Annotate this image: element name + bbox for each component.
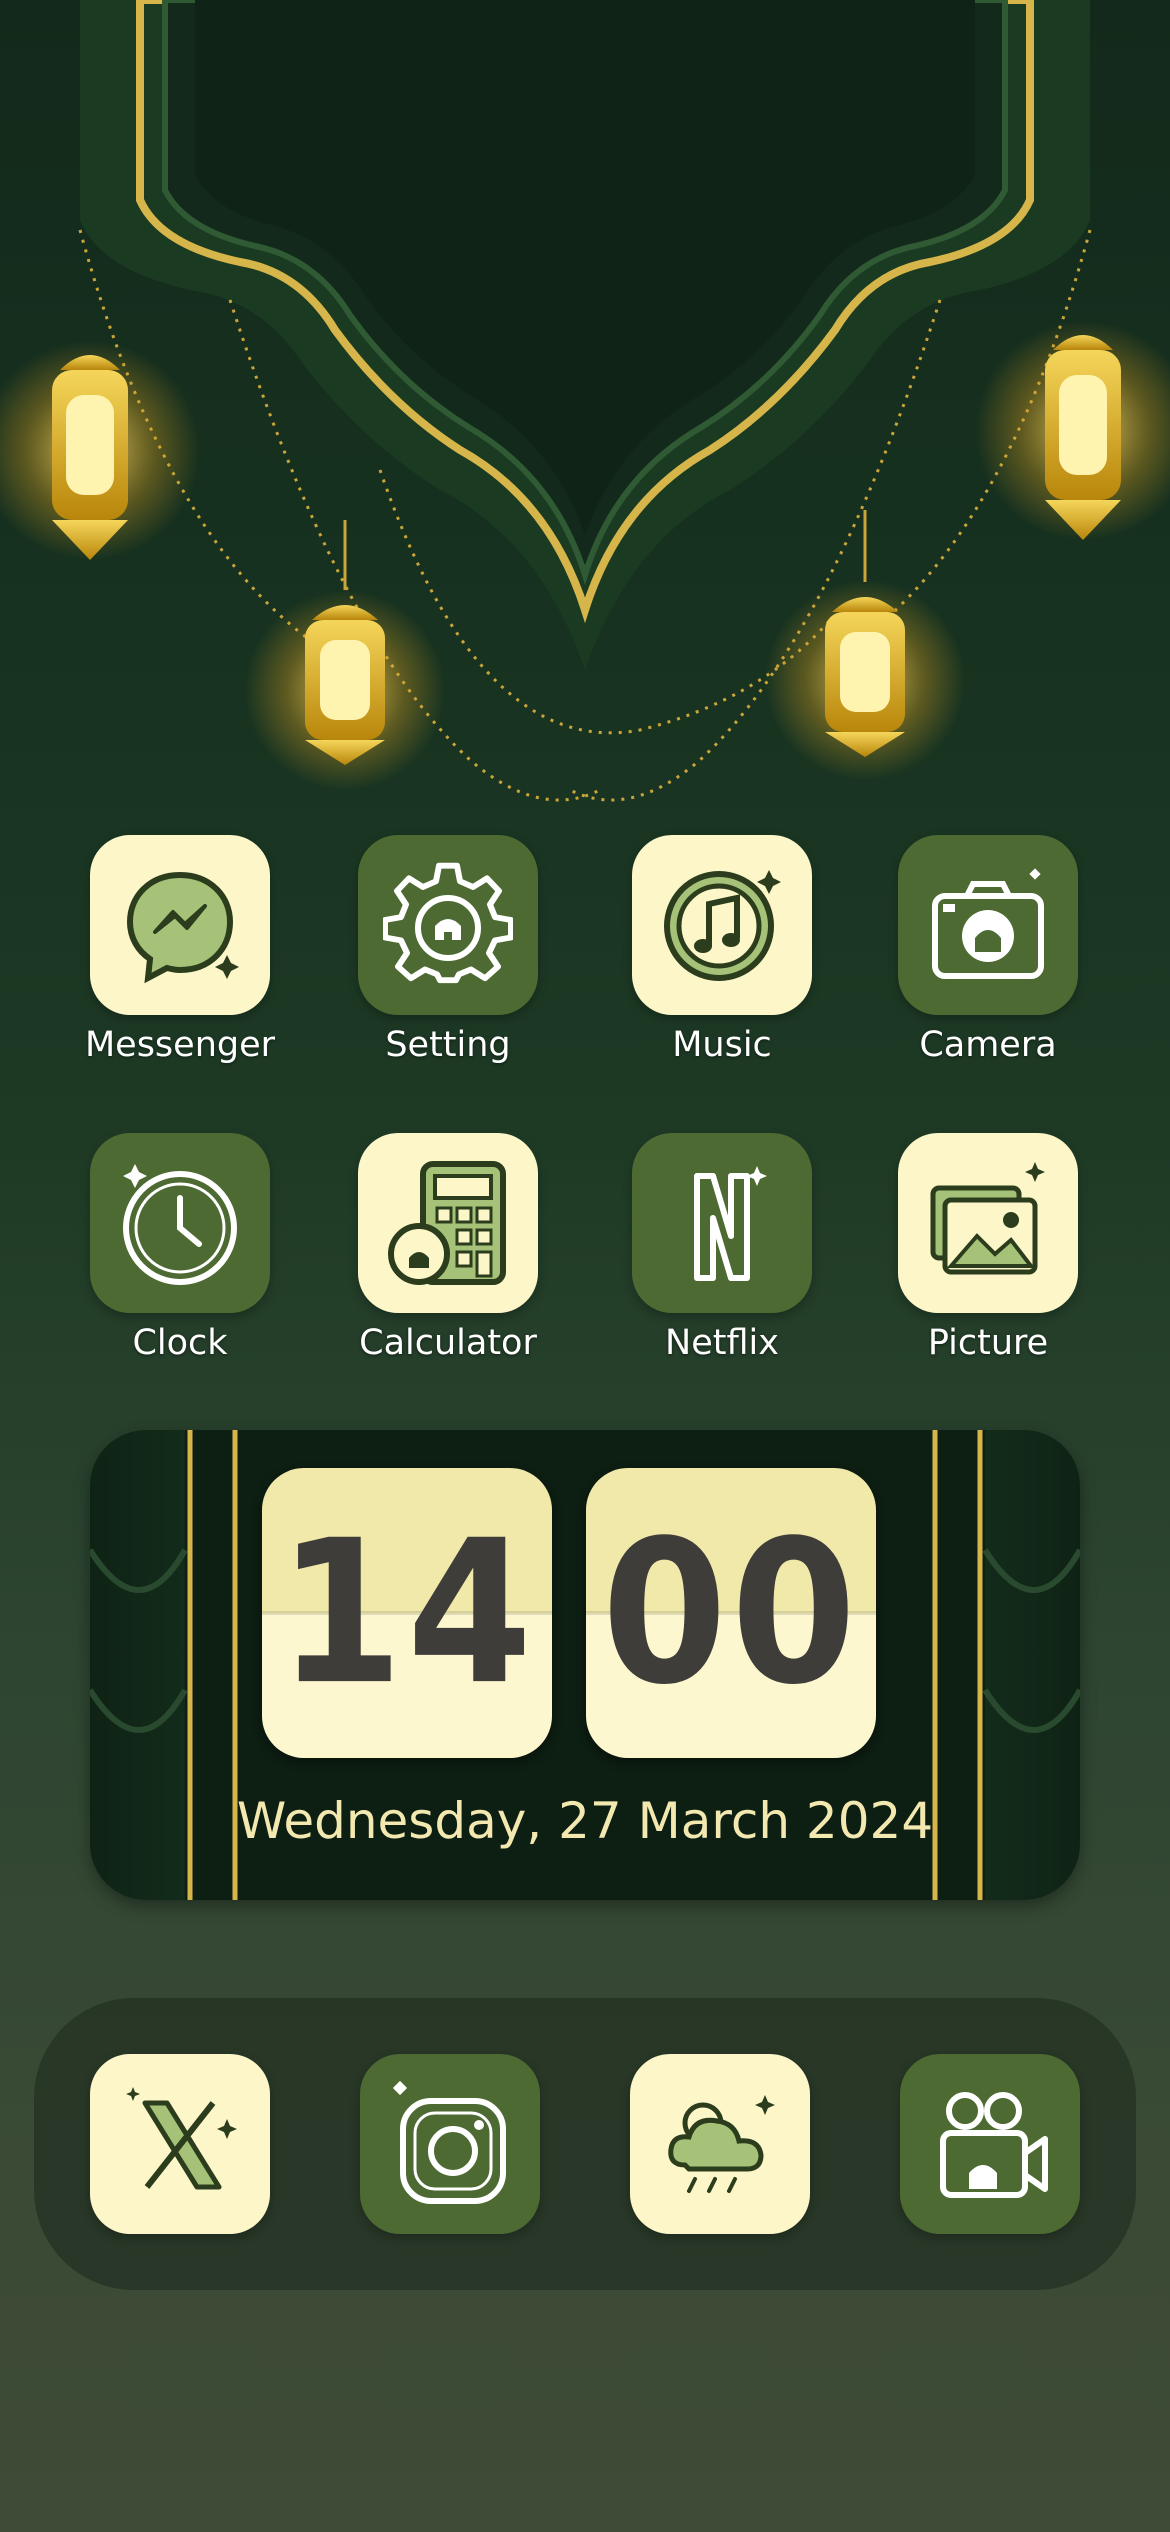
hours-card: 14 bbox=[262, 1468, 552, 1758]
calculator-icon[interactable] bbox=[358, 1133, 538, 1313]
app-label: Picture bbox=[927, 1323, 1049, 1363]
video-camera-icon[interactable] bbox=[900, 2054, 1080, 2234]
app-label: Clock bbox=[132, 1323, 228, 1363]
wallpaper-arch-decoration bbox=[0, 0, 1170, 802]
minutes-value: 00 bbox=[601, 1498, 861, 1728]
app-x[interactable] bbox=[70, 2054, 290, 2234]
app-video[interactable] bbox=[880, 2054, 1100, 2234]
widget-date: Wednesday, 27 March 2024 bbox=[236, 1792, 934, 1850]
app-label: Messenger bbox=[84, 1025, 276, 1065]
app-instagram[interactable] bbox=[340, 2054, 560, 2234]
app-label: Netflix bbox=[665, 1323, 779, 1363]
instagram-icon[interactable] bbox=[360, 2054, 540, 2234]
app-picture[interactable]: Picture bbox=[878, 1133, 1098, 1365]
flip-clock-widget[interactable]: 14 00 Wednesday, 27 March 2024 bbox=[90, 1430, 1080, 1900]
app-label: Setting bbox=[385, 1025, 511, 1065]
clock-icon[interactable] bbox=[90, 1133, 270, 1313]
app-clock[interactable]: Clock bbox=[70, 1133, 290, 1365]
gear-icon[interactable] bbox=[358, 835, 538, 1015]
app-row-2: Clock Calculator Netflix Picture bbox=[0, 1133, 1170, 1393]
app-label: Camera bbox=[919, 1025, 1057, 1065]
app-music[interactable]: Music bbox=[612, 835, 832, 1067]
music-note-icon[interactable] bbox=[632, 835, 812, 1015]
app-camera[interactable]: Camera bbox=[878, 835, 1098, 1067]
lantern bbox=[52, 355, 128, 560]
picture-icon[interactable] bbox=[898, 1133, 1078, 1313]
app-label: Music bbox=[672, 1025, 772, 1065]
minutes-card: 00 bbox=[586, 1468, 876, 1758]
app-label: Calculator bbox=[359, 1323, 537, 1363]
app-messenger[interactable]: Messenger bbox=[70, 835, 290, 1067]
dock bbox=[34, 1998, 1136, 2290]
camera-icon[interactable] bbox=[898, 835, 1078, 1015]
hours-value: 14 bbox=[277, 1498, 537, 1728]
x-icon[interactable] bbox=[90, 2054, 270, 2234]
app-weather[interactable] bbox=[610, 2054, 830, 2234]
netflix-icon[interactable] bbox=[632, 1133, 812, 1313]
app-netflix[interactable]: Netflix bbox=[612, 1133, 832, 1365]
weather-icon[interactable] bbox=[630, 2054, 810, 2234]
app-calculator[interactable]: Calculator bbox=[338, 1133, 558, 1365]
app-setting[interactable]: Setting bbox=[338, 835, 558, 1067]
app-row-1: Messenger Setting Music Camera bbox=[0, 835, 1170, 1095]
messenger-icon[interactable] bbox=[90, 835, 270, 1015]
